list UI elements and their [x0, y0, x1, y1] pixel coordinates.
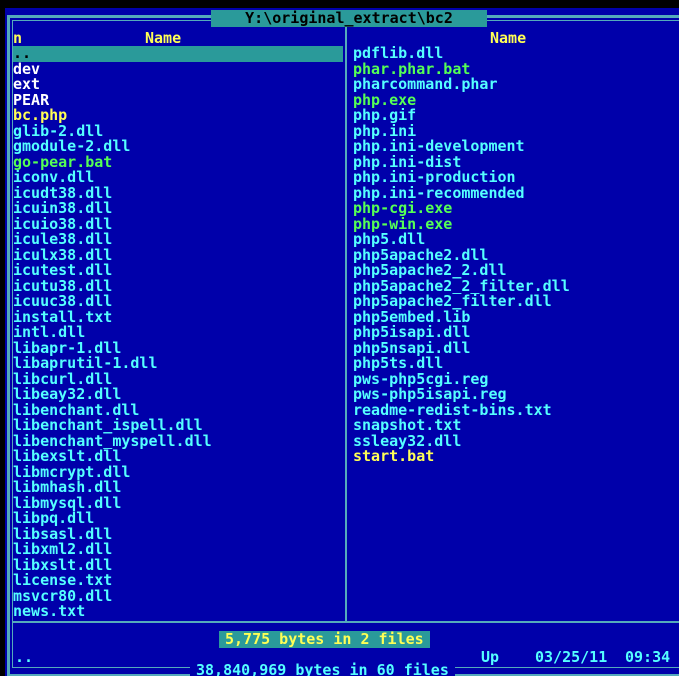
- file-list-item[interactable]: ext: [13, 77, 343, 93]
- file-list-item[interactable]: php5ts.dll: [353, 356, 675, 372]
- status-file-time: 09:34: [625, 648, 671, 666]
- file-list-item[interactable]: ssleay32.dll: [353, 434, 675, 450]
- file-list-item[interactable]: libenchant_ispell.dll: [13, 418, 343, 434]
- file-list-item[interactable]: php5apache2_filter.dll: [353, 294, 675, 310]
- file-list-item[interactable]: dev: [13, 62, 343, 78]
- file-list-item[interactable]: license.txt: [13, 573, 343, 589]
- file-list-item[interactable]: start.bat: [353, 449, 675, 465]
- file-list-item[interactable]: libxslt.dll: [13, 558, 343, 574]
- file-list-item[interactable]: install.txt: [13, 310, 343, 326]
- status-file-name: ..: [15, 648, 34, 666]
- file-list-item[interactable]: php.ini-production: [353, 170, 675, 186]
- file-list-item[interactable]: php5isapi.dll: [353, 325, 675, 341]
- file-list-item[interactable]: gmodule-2.dll: [13, 139, 343, 155]
- file-list-item[interactable]: php.ini-dist: [353, 155, 675, 171]
- file-list-right-column: pdflib.dll phar.phar.bat pharcommand.phar p…: [353, 46, 675, 465]
- file-list-item[interactable]: iconv.dll: [13, 170, 343, 186]
- file-list-item[interactable]: news.txt: [13, 604, 343, 620]
- file-list-item[interactable]: libsasl.dll: [13, 527, 343, 543]
- file-list-item[interactable]: php5apache2.dll: [353, 248, 675, 264]
- file-list-item[interactable]: php-win.exe: [353, 217, 675, 233]
- file-list-item[interactable]: php-cgi.exe: [353, 201, 675, 217]
- file-list-item[interactable]: pharcommand.phar: [353, 77, 675, 93]
- column-divider: [345, 21, 347, 621]
- status-separator: [12, 621, 679, 623]
- file-list-item[interactable]: php5embed.lib: [353, 310, 675, 326]
- file-list-item[interactable]: libexslt.dll: [13, 449, 343, 465]
- file-list-item[interactable]: libmcrypt.dll: [13, 465, 343, 481]
- file-panel: Y:\original_extract\bc2 n Name Name .. de…: [5, 8, 679, 676]
- file-list-item[interactable]: php.exe: [353, 93, 675, 109]
- file-list-item[interactable]: php.ini: [353, 124, 675, 140]
- file-list-item[interactable]: libmhash.dll: [13, 480, 343, 496]
- file-list-item[interactable]: libxml2.dll: [13, 542, 343, 558]
- file-list-item[interactable]: icudt38.dll: [13, 186, 343, 202]
- file-list-item[interactable]: icutu38.dll: [13, 279, 343, 295]
- file-list-item[interactable]: pdflib.dll: [353, 46, 675, 62]
- file-list-item[interactable]: msvcr80.dll: [13, 589, 343, 605]
- file-list-item[interactable]: php.gif: [353, 108, 675, 124]
- column-header-name-left[interactable]: Name: [145, 30, 181, 47]
- file-list-item[interactable]: libmysql.dll: [13, 496, 343, 512]
- file-list-item[interactable]: php5apache2_2.dll: [353, 263, 675, 279]
- file-list-item[interactable]: libeay32.dll: [13, 387, 343, 403]
- file-list-item[interactable]: libenchant_myspell.dll: [13, 434, 343, 450]
- column-sort-indicator[interactable]: n: [13, 30, 22, 47]
- column-header-name-right[interactable]: Name: [490, 30, 526, 47]
- file-list-item[interactable]: php.ini-development: [353, 139, 675, 155]
- file-list-item[interactable]: libenchant.dll: [13, 403, 343, 419]
- file-list-item[interactable]: php5nsapi.dll: [353, 341, 675, 357]
- file-list-item[interactable]: libpq.dll: [13, 511, 343, 527]
- file-list-item[interactable]: libaprutil-1.dll: [13, 356, 343, 372]
- file-list-item[interactable]: pws-php5isapi.reg: [353, 387, 675, 403]
- file-list-item[interactable]: readme-redist-bins.txt: [353, 403, 675, 419]
- file-list-left-column: .. dev ext PEAR bc.php glib-2.dll gmodule-2.dl…: [13, 46, 343, 620]
- status-file-date: 03/25/11: [535, 648, 608, 666]
- file-list-item[interactable]: go-pear.bat: [13, 155, 343, 171]
- file-list-item[interactable]: iculx38.dll: [13, 248, 343, 264]
- file-list-item[interactable]: php5apache2_2_filter.dll: [353, 279, 675, 295]
- status-file-kind: Up: [481, 648, 500, 666]
- file-list-item[interactable]: icuuc38.dll: [13, 294, 343, 310]
- file-list-item[interactable]: libcurl.dll: [13, 372, 343, 388]
- file-list-item[interactable]: icuio38.dll: [13, 217, 343, 233]
- file-list-item[interactable]: PEAR: [13, 93, 343, 109]
- selection-summary: 5,775 bytes in 2 files: [219, 631, 430, 648]
- file-list-item[interactable]: snapshot.txt: [353, 418, 675, 434]
- file-list-item[interactable]: php.ini-recommended: [353, 186, 675, 202]
- file-list-item[interactable]: ..: [13, 46, 343, 62]
- total-summary: 38,840,969 bytes in 60 files: [190, 662, 455, 676]
- file-list-item[interactable]: glib-2.dll: [13, 124, 343, 140]
- file-list-item[interactable]: php5.dll: [353, 232, 675, 248]
- file-list-item[interactable]: icuin38.dll: [13, 201, 343, 217]
- file-list-item[interactable]: phar.phar.bat: [353, 62, 675, 78]
- file-list-item[interactable]: icutest.dll: [13, 263, 343, 279]
- file-list-item[interactable]: pws-php5cgi.reg: [353, 372, 675, 388]
- file-list-item[interactable]: icule38.dll: [13, 232, 343, 248]
- panel-path-title[interactable]: Y:\original_extract\bc2: [211, 10, 487, 27]
- file-list-item[interactable]: intl.dll: [13, 325, 343, 341]
- file-list-item[interactable]: libapr-1.dll: [13, 341, 343, 357]
- file-list-item[interactable]: bc.php: [13, 108, 343, 124]
